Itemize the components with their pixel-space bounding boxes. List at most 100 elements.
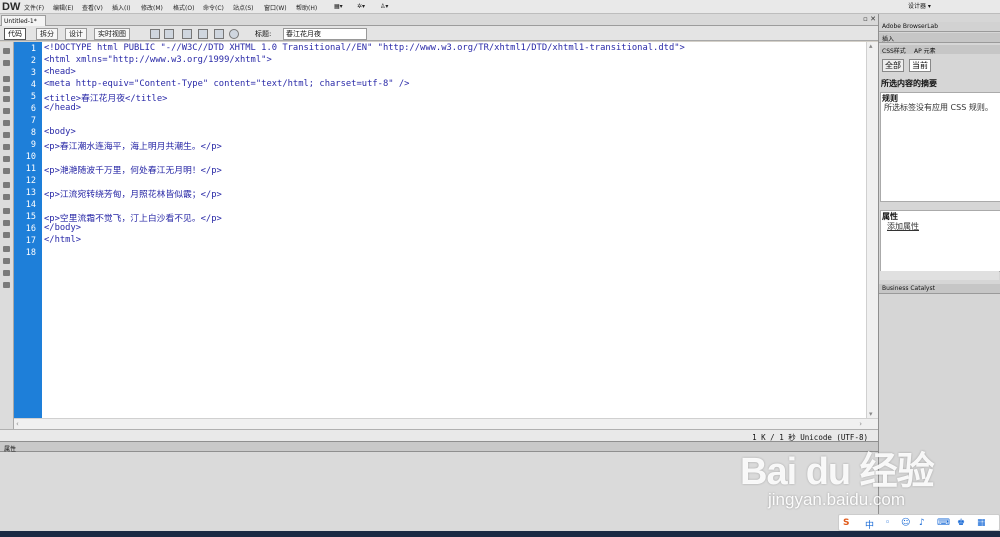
menu-format[interactable]: 格式(O) (173, 3, 194, 12)
code-line: <html xmlns="http://www.w3.org/1999/xhtm… (44, 55, 272, 65)
syntax-error-icon[interactable] (3, 156, 10, 162)
apply-comment-icon[interactable] (3, 182, 10, 188)
keyboard-icon[interactable]: ⌨ (937, 518, 950, 528)
window-controls[interactable]: ▫ ✕ (863, 15, 876, 23)
split-view-button[interactable]: 拆分 (36, 28, 58, 40)
all-mode-button[interactable]: 全部 (882, 59, 904, 72)
scroll-down-icon[interactable]: ▾ (869, 410, 873, 418)
menu-edit[interactable]: 编辑(E) (53, 3, 73, 12)
refresh-icon[interactable] (229, 29, 239, 39)
apply-source-format-icon[interactable] (3, 282, 10, 288)
scroll-left-icon[interactable]: ‹ (16, 420, 19, 428)
check-browser-icon[interactable] (214, 29, 224, 39)
insert-panel-header[interactable]: 插入 (879, 33, 1000, 43)
menu-file[interactable]: 文件(F) (24, 3, 44, 12)
chinese-mode-icon[interactable]: 中 (865, 518, 874, 531)
layout-dropdown-icon[interactable]: ▦▾ (334, 3, 343, 10)
live-view-button[interactable]: 实时视图 (94, 28, 130, 40)
emoji-icon[interactable]: ☺ (901, 518, 910, 528)
code-editor[interactable]: <!DOCTYPE html PUBLIC "-//W3C//DTD XHTML… (42, 42, 866, 418)
outdent-code-icon[interactable] (3, 258, 10, 264)
document-toolbar: 代码 拆分 设计 实时视图 标题: 春江花月夜 (0, 26, 878, 41)
expand-all-icon[interactable] (3, 96, 10, 102)
remove-comment-icon[interactable] (3, 194, 10, 200)
line-number: 3 (30, 68, 36, 78)
inspect-icon[interactable] (198, 29, 208, 39)
line-number: 12 (25, 176, 36, 186)
scroll-up-icon[interactable]: ▴ (869, 42, 873, 50)
open-documents-icon[interactable] (3, 48, 10, 54)
word-wrap-icon[interactable] (3, 168, 10, 174)
menu-view[interactable]: 查看(V) (82, 3, 103, 12)
line-number: 11 (25, 164, 36, 174)
code-line: <meta http-equiv="Content-Type" content=… (44, 79, 410, 89)
highlight-invalid-code-icon[interactable] (3, 144, 10, 150)
recent-snippets-icon[interactable] (3, 220, 10, 226)
baidu-watermark: Bai du 经验 jingyan.baidu.com (740, 440, 970, 520)
menu-commands[interactable]: 命令(C) (203, 3, 224, 12)
rules-text: 所选标签没有应用 CSS 规则。 (884, 103, 993, 112)
skin-icon[interactable]: ♚ (957, 518, 965, 528)
code-line: <body> (44, 127, 76, 137)
vertical-scrollbar[interactable]: ▴ ▾ (866, 42, 878, 418)
scroll-right-icon[interactable]: › (859, 420, 862, 428)
line-number-gutter: 1 2 3 4 5 6 7 8 9 10 11 12 13 14 15 16 1… (14, 42, 42, 418)
document-tab-bar: Untitled-1* ▫ ✕ (0, 14, 878, 26)
design-view-button[interactable]: 设计 (65, 28, 87, 40)
line-number: 14 (25, 200, 36, 210)
title-input[interactable]: 春江花月夜 (283, 28, 367, 40)
coding-toolbar (0, 42, 14, 442)
line-number: 1 (30, 44, 36, 54)
line-number: 18 (25, 248, 36, 258)
ime-toolbar[interactable]: S 中 ◦ ☺ ♪ ⌨ ♚ ▦ (838, 514, 1000, 531)
preview-browser-icon[interactable] (164, 29, 174, 39)
collapse-tag-icon[interactable] (3, 76, 10, 82)
file-management-icon[interactable] (182, 29, 192, 39)
move-css-icon[interactable] (3, 232, 10, 238)
menu-window[interactable]: 窗口(W) (264, 3, 287, 12)
select-parent-tag-icon[interactable] (3, 108, 10, 114)
line-number: 17 (25, 236, 36, 246)
menu-modify[interactable]: 修改(M) (141, 3, 163, 12)
current-mode-button[interactable]: 当前 (909, 59, 931, 72)
tab-css-styles[interactable]: CSS样式 (882, 46, 906, 55)
line-number: 15 (25, 212, 36, 222)
business-catalyst-header[interactable]: Business Catalyst (879, 284, 1000, 294)
code-line: <!DOCTYPE html PUBLIC "-//W3C//DTD XHTML… (44, 43, 685, 53)
css-properties-box: 属性 添加属性 (880, 210, 1000, 272)
workspace-switcher[interactable]: 设计器 ▾ (908, 1, 931, 10)
gear-icon[interactable]: ✲▾ (357, 3, 365, 10)
sogou-icon[interactable]: S (843, 518, 849, 528)
multiscreen-icon[interactable] (150, 29, 160, 39)
line-numbers-icon[interactable] (3, 132, 10, 138)
toolbox-icon[interactable]: ▦ (977, 518, 986, 528)
punctuation-icon[interactable]: ◦ (885, 518, 890, 528)
horizontal-scrollbar[interactable]: ‹ › (14, 418, 878, 429)
line-number: 7 (30, 116, 36, 126)
css-panel-toolbar (880, 271, 999, 280)
document-tab[interactable]: Untitled-1* (1, 15, 46, 26)
code-view-button[interactable]: 代码 (4, 28, 26, 40)
watermark-brand: Bai du 经验 (740, 451, 935, 493)
collapse-selection-icon[interactable] (3, 86, 10, 92)
line-number: 9 (30, 140, 36, 150)
code-line: </body> (44, 223, 82, 233)
code-line: </html> (44, 235, 82, 245)
menu-insert[interactable]: 插入(I) (112, 3, 130, 12)
title-label: 标题: (255, 30, 272, 38)
balance-braces-icon[interactable] (3, 120, 10, 126)
browserlab-header[interactable]: Adobe BrowserLab (879, 22, 1000, 32)
menu-site[interactable]: 站点(S) (233, 3, 254, 12)
indent-code-icon[interactable] (3, 246, 10, 252)
add-property-link[interactable]: 添加属性 (887, 221, 919, 232)
line-number: 10 (25, 152, 36, 162)
format-source-icon[interactable] (3, 270, 10, 276)
microphone-icon[interactable]: ♪ (919, 518, 925, 528)
taskbar (0, 531, 1000, 537)
site-dropdown-icon[interactable]: ♙▾ (380, 3, 388, 10)
wrap-tag-icon[interactable] (3, 208, 10, 214)
show-code-navigator-icon[interactable] (3, 60, 10, 66)
code-line: <p>春江潮水连海平，海上明月共潮生。</p> (44, 142, 222, 152)
menu-help[interactable]: 帮助(H) (296, 3, 317, 12)
tab-ap-elements[interactable]: AP 元素 (914, 46, 936, 55)
